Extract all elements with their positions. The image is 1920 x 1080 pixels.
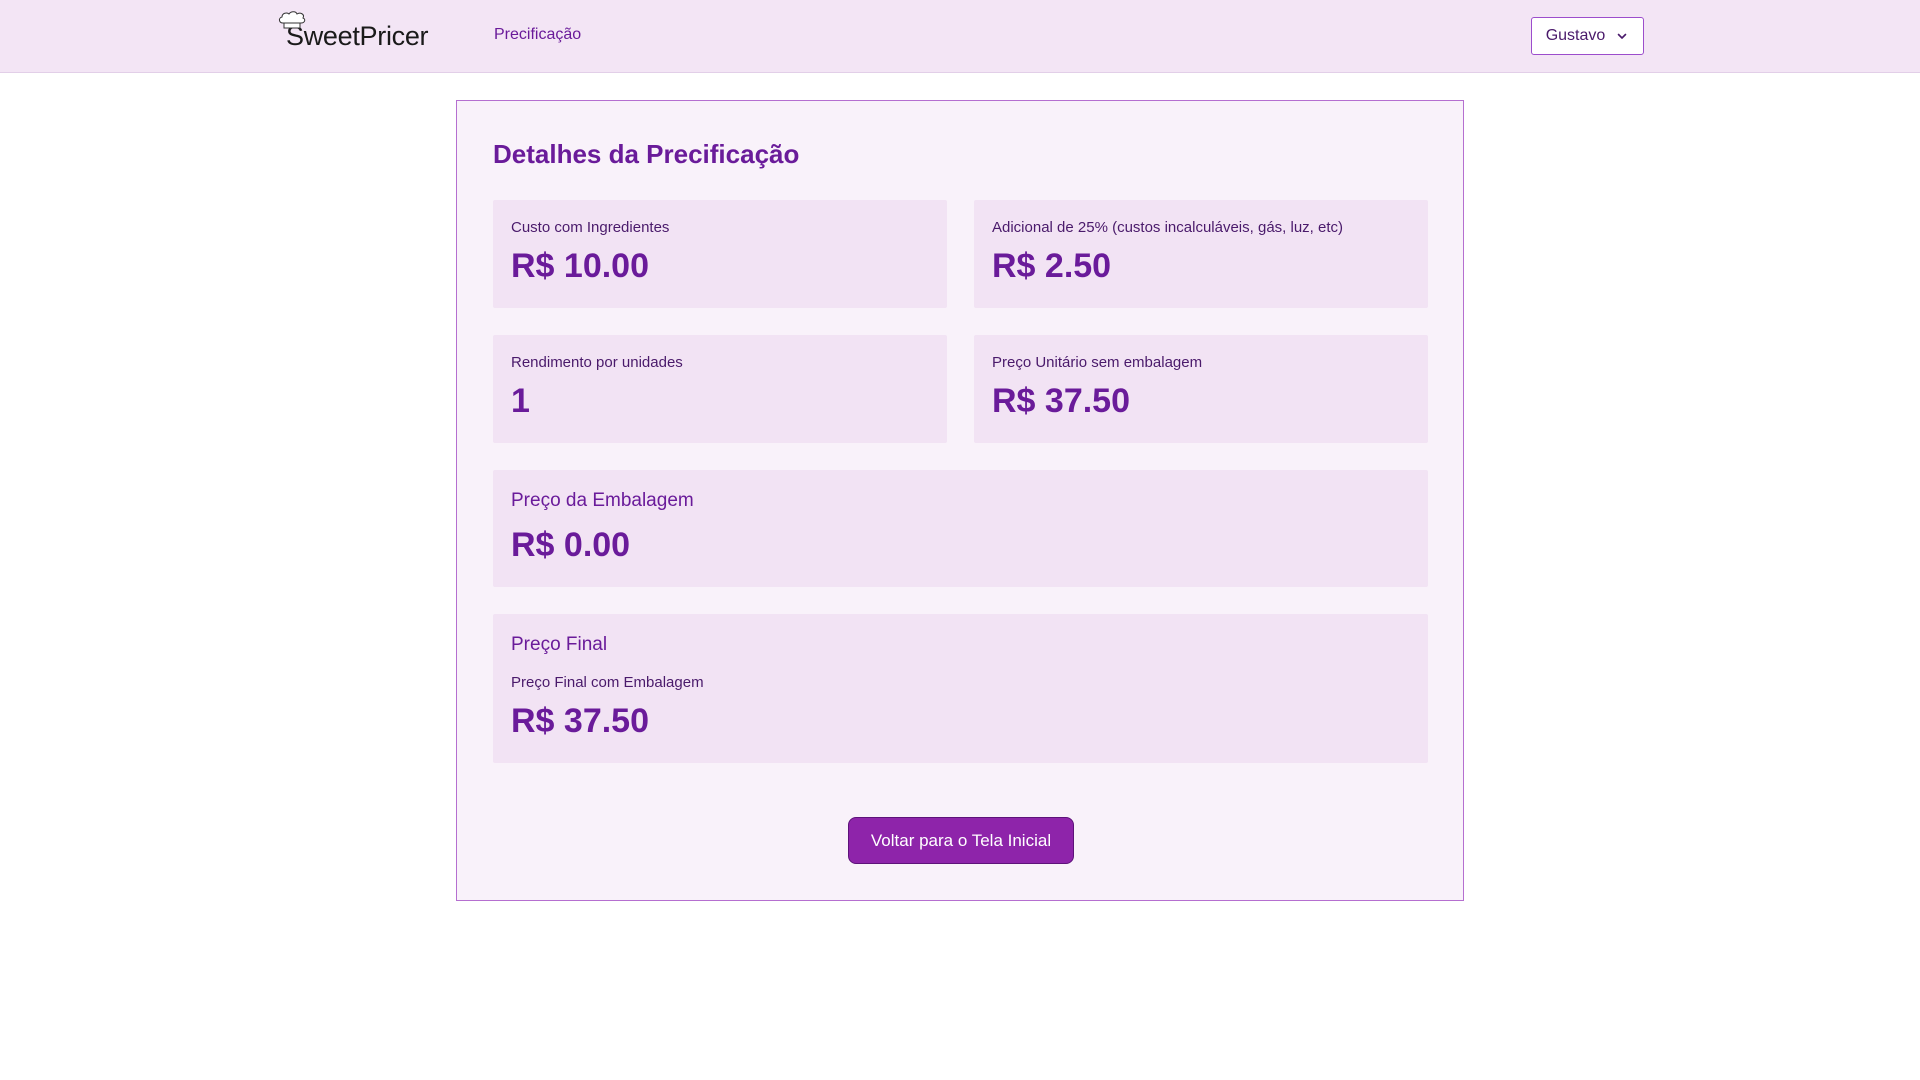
brand-logo[interactable]: SweetPricer [278, 11, 429, 52]
final-price-label: Preço Final com Embalagem [511, 674, 704, 691]
additional-cost-value: R$ 2.50 [992, 247, 1112, 285]
packaging-price-value: R$ 0.00 [511, 526, 631, 564]
ingredients-cost-value: R$ 10.00 [511, 247, 649, 285]
yield-value: 1 [511, 382, 530, 420]
user-menu-dropdown[interactable]: Gustavo [1531, 17, 1644, 55]
pricing-details-card: Detalhes da Precificação Custo com Ingre… [456, 100, 1464, 901]
chevron-down-icon [1617, 33, 1627, 39]
page-title: Detalhes da Precificação [493, 139, 800, 169]
unit-price-label: Preço Unitário sem embalagem [992, 354, 1203, 371]
final-price-box: Preço Final Preço Final com Embalagem R$… [493, 614, 1428, 763]
additional-cost-box: Adicional de 25% (custos incalculáveis, … [974, 200, 1428, 308]
final-price-value: R$ 37.50 [511, 702, 649, 740]
ingredients-cost-box: Custo com Ingredientes R$ 10.00 [493, 200, 947, 308]
additional-cost-label: Adicional de 25% (custos incalculáveis, … [992, 219, 1344, 236]
nav-link-precificacao[interactable]: Precificação [494, 26, 581, 44]
back-to-home-button[interactable]: Voltar para o Tela Inicial [848, 817, 1074, 864]
ingredients-cost-label: Custo com Ingredientes [511, 219, 670, 236]
user-name: Gustavo [1545, 27, 1606, 44]
packaging-price-box: Preço da Embalagem R$ 0.00 [493, 470, 1428, 587]
yield-label: Rendimento por unidades [511, 354, 683, 371]
unit-price-value: R$ 37.50 [992, 382, 1130, 420]
yield-box: Rendimento por unidades 1 [493, 335, 947, 443]
packaging-price-heading: Preço da Embalagem [511, 490, 694, 511]
chef-hat-icon [279, 11, 306, 29]
top-navbar: SweetPricer Precificação Gustavo [0, 0, 1920, 73]
final-price-heading: Preço Final [511, 634, 608, 655]
unit-price-box: Preço Unitário sem embalagem R$ 37.50 [974, 335, 1428, 443]
